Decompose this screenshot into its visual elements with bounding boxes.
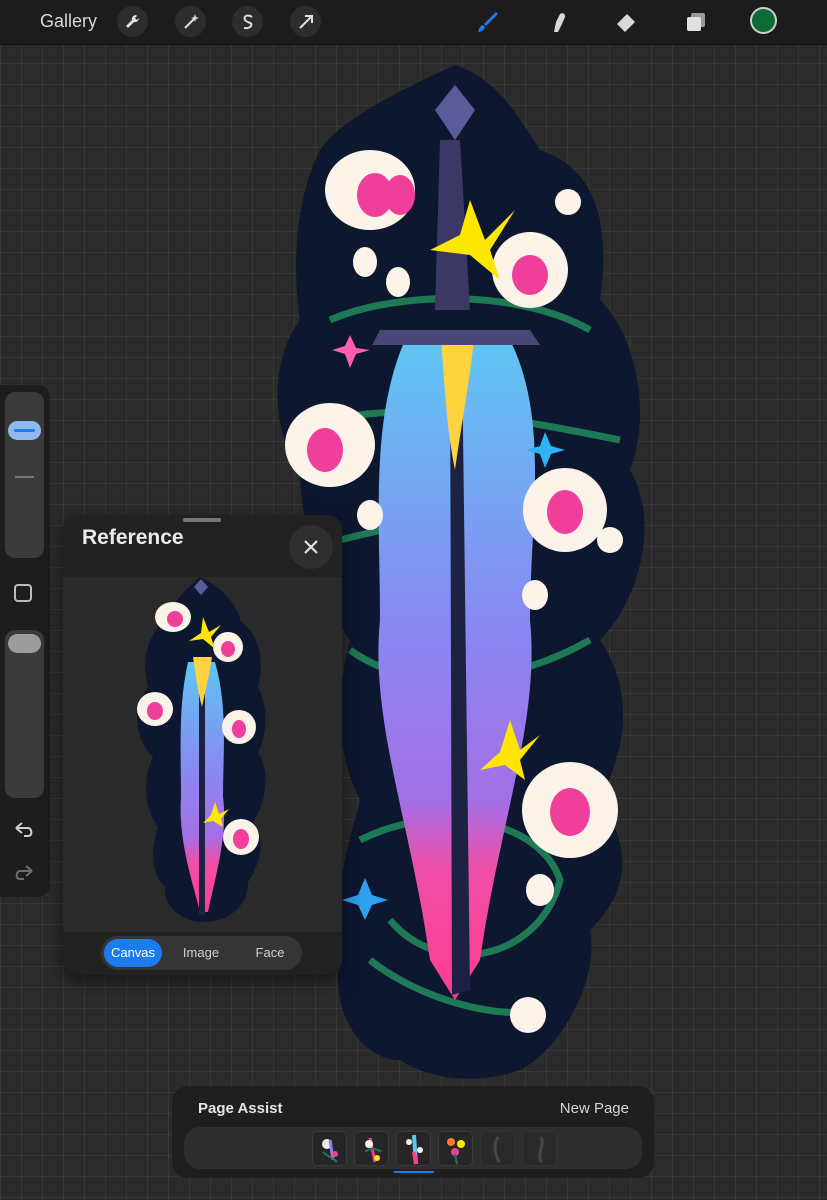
close-icon[interactable]: [289, 525, 333, 569]
new-page-button[interactable]: New Page: [560, 1100, 629, 1117]
color-picker[interactable]: [750, 7, 777, 34]
wrench-icon[interactable]: [117, 6, 148, 37]
page-assist-panel: Page Assist New Page: [172, 1086, 654, 1178]
undo-icon[interactable]: [12, 820, 36, 845]
transform-arrow-icon[interactable]: [290, 6, 321, 37]
layers-icon[interactable]: [680, 6, 711, 37]
reference-title: Reference: [82, 526, 184, 549]
page-thumbnail-strip: [184, 1127, 642, 1173]
magic-wand-icon[interactable]: [175, 6, 206, 37]
opacity-knob[interactable]: [8, 634, 41, 653]
selected-page-indicator: [394, 1171, 434, 1173]
reference-mode-tabs: Canvas Image Face: [101, 936, 302, 970]
brush-size-knob[interactable]: [8, 421, 41, 440]
brush-icon[interactable]: [472, 6, 503, 37]
page-assist-title: Page Assist: [198, 1100, 283, 1117]
opacity-slider[interactable]: [5, 630, 44, 798]
page-thumbnail[interactable]: [312, 1131, 347, 1166]
gallery-button[interactable]: Gallery: [40, 11, 97, 32]
left-sidebar: [0, 385, 50, 897]
selection-icon[interactable]: [232, 6, 263, 37]
modify-button[interactable]: [14, 584, 32, 602]
brush-size-slider[interactable]: [5, 392, 44, 558]
redo-icon[interactable]: [12, 863, 36, 888]
smudge-icon[interactable]: [542, 6, 573, 37]
page-thumbnail[interactable]: [396, 1131, 431, 1166]
page-thumbnail[interactable]: [480, 1131, 515, 1166]
top-toolbar: Gallery: [0, 0, 827, 45]
reference-preview: [63, 577, 342, 932]
eraser-icon[interactable]: [610, 6, 641, 37]
panel-grabber[interactable]: [183, 518, 221, 522]
page-thumbnail[interactable]: [438, 1131, 473, 1166]
tab-canvas[interactable]: Canvas: [104, 939, 162, 967]
tab-image[interactable]: Image: [171, 936, 231, 970]
size-preset-mark: [15, 476, 34, 478]
reference-panel: Reference Canvas Image Face: [63, 515, 342, 975]
page-thumbnail[interactable]: [354, 1131, 389, 1166]
tab-face[interactable]: Face: [241, 936, 299, 970]
page-thumbnail[interactable]: [522, 1131, 557, 1166]
